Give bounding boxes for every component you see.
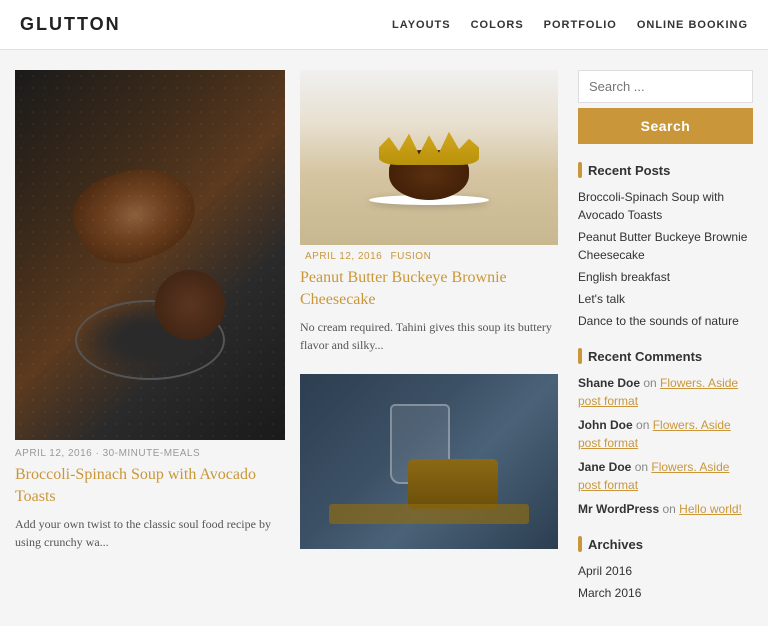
recent-posts-title: Recent Posts (578, 162, 753, 178)
post-title-1[interactable]: Peanut Butter Buckeye Brownie Cheesecake (300, 267, 558, 312)
bowl-shape (75, 300, 225, 380)
nav-colors[interactable]: COLORS (471, 19, 524, 31)
post-meta-1: APRIL 12, 2016 FUSION (300, 251, 558, 262)
nav-layouts[interactable]: LAYOUTS (392, 19, 451, 31)
recent-post-1[interactable]: Peanut Butter Buckeye Brownie Cheesecake (578, 228, 753, 264)
board-shape (329, 504, 529, 524)
sandwich-shape (408, 459, 498, 509)
archives-title: Archives (578, 536, 753, 552)
recent-post-3[interactable]: Let's talk (578, 290, 753, 308)
comment-1: John Doe on Flowers. Aside post format (578, 416, 753, 452)
recent-comments-widget: Recent Comments Shane Doe on Flowers. As… (578, 348, 753, 518)
nav-portfolio[interactable]: PORTFOLIO (544, 19, 617, 31)
archive-1[interactable]: March 2016 (578, 584, 753, 602)
comment-link-3[interactable]: Hello world! (679, 502, 742, 516)
recent-post-4[interactable]: Dance to the sounds of nature (578, 312, 753, 330)
featured-img-bg (15, 70, 285, 440)
featured-title[interactable]: Broccoli-Spinach Soup with Avocado Toast… (15, 464, 285, 509)
featured-meta: APRIL 12, 2016 · 30-MINUTE-MEALS (15, 448, 285, 459)
drink-image-sim (300, 374, 558, 549)
comment-2: Jane Doe on Flowers. Aside post format (578, 458, 753, 494)
posts-column: APRIL 12, 2016 FUSION Peanut Butter Buck… (300, 70, 558, 606)
archive-0[interactable]: April 2016 (578, 562, 753, 580)
post-item-1: APRIL 12, 2016 FUSION Peanut Butter Buck… (300, 70, 558, 354)
search-input[interactable] (578, 70, 753, 103)
featured-excerpt: Add your own twist to the classic soul f… (15, 515, 285, 551)
dots-overlay (15, 70, 285, 440)
featured-post: APRIL 12, 2016 · 30-MINUTE-MEALS Broccol… (15, 70, 285, 606)
comment-0: Shane Doe on Flowers. Aside post format (578, 374, 753, 410)
recent-comments-title: Recent Comments (578, 348, 753, 364)
post-excerpt-1: No cream required. Tahini gives this sou… (300, 318, 558, 354)
comment-3: Mr WordPress on Hello world! (578, 500, 753, 518)
featured-image (15, 70, 285, 440)
content-area: APRIL 12, 2016 · 30-MINUTE-MEALS Broccol… (15, 70, 558, 606)
post-image-2 (300, 374, 558, 549)
burger-image-sim (300, 70, 558, 245)
recent-post-0[interactable]: Broccoli-Spinach Soup with Avocado Toast… (578, 188, 753, 224)
search-widget: Search (578, 70, 753, 144)
recent-posts-widget: Recent Posts Broccoli-Spinach Soup with … (578, 162, 753, 330)
site-header: GLUTTON LAYOUTS COLORS PORTFOLIO ONLINE … (0, 0, 768, 50)
post-item-2 (300, 374, 558, 549)
sidebar: Search Recent Posts Broccoli-Spinach Sou… (578, 70, 753, 606)
nav-booking[interactable]: ONLINE BOOKING (637, 19, 748, 31)
site-logo: GLUTTON (20, 14, 121, 35)
search-button[interactable]: Search (578, 108, 753, 144)
main-container: APRIL 12, 2016 · 30-MINUTE-MEALS Broccol… (0, 50, 768, 626)
post-image-1 (300, 70, 558, 245)
main-nav: LAYOUTS COLORS PORTFOLIO ONLINE BOOKING (392, 19, 748, 31)
archives-widget: Archives April 2016 March 2016 (578, 536, 753, 602)
burger-topping (379, 130, 479, 165)
recent-post-2[interactable]: English breakfast (578, 268, 753, 286)
